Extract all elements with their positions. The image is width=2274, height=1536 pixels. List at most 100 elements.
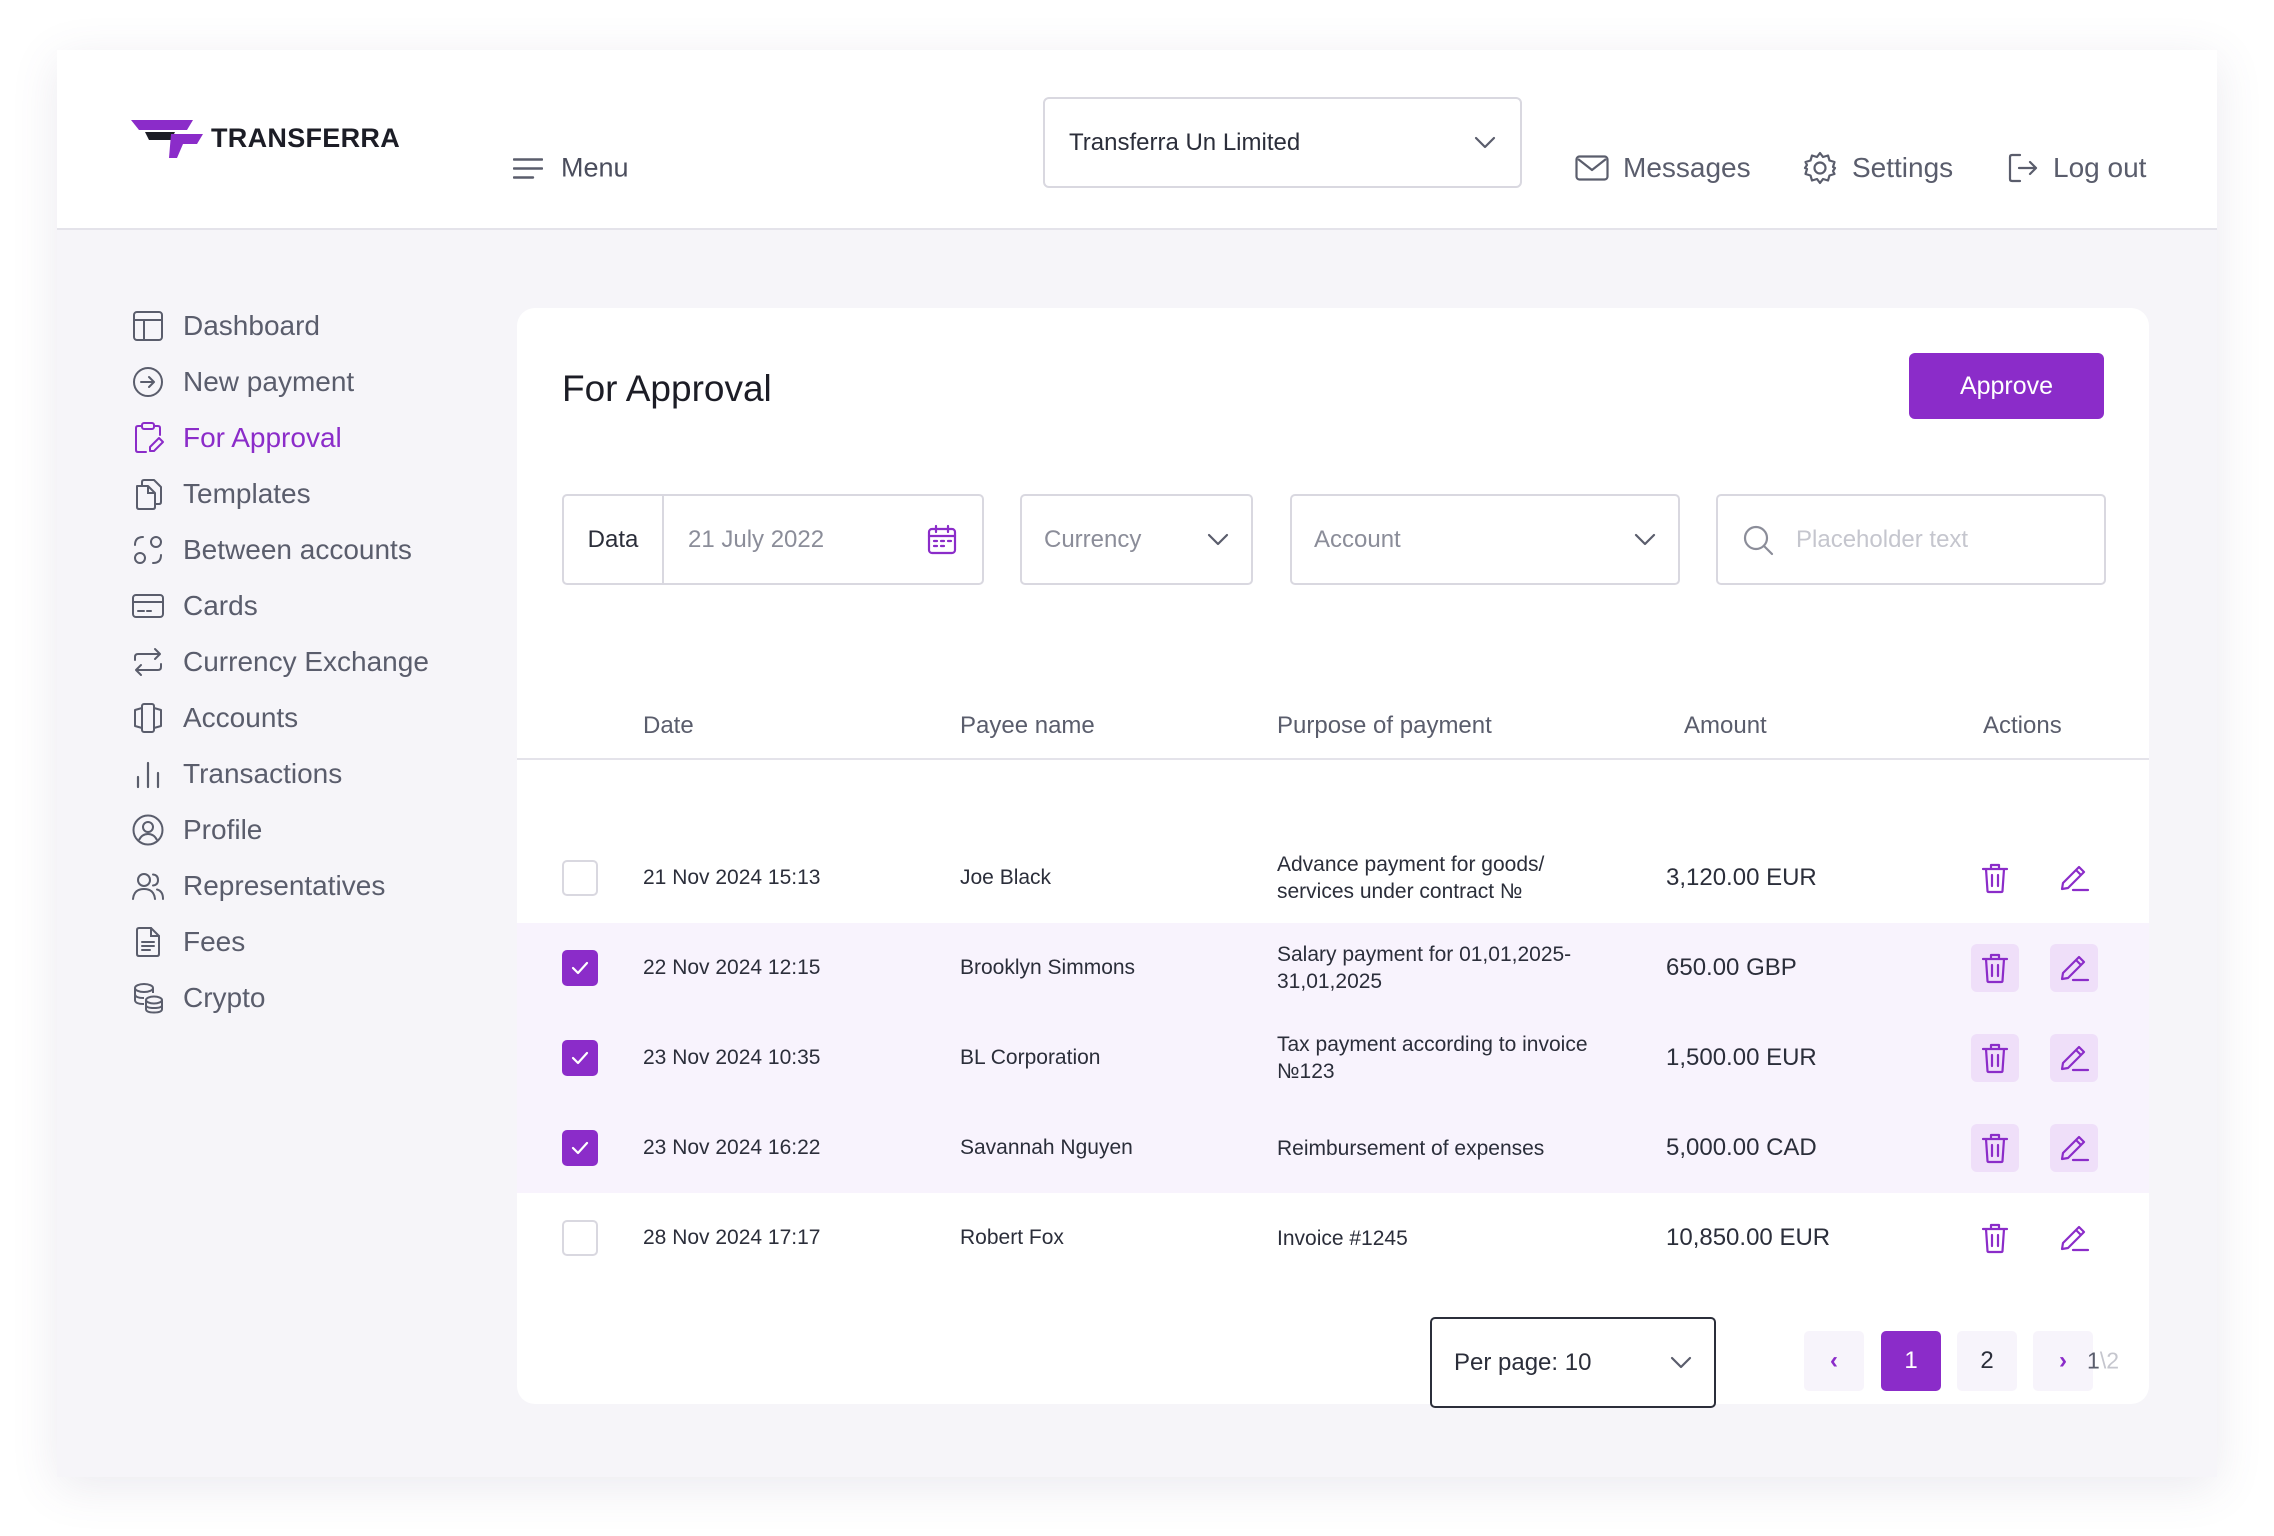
edit-button[interactable] [2050, 1124, 2098, 1172]
delete-button[interactable] [1971, 1034, 2019, 1082]
table-row[interactable]: 22 Nov 2024 12:15 Brooklyn Simmons Salar… [517, 923, 2149, 1013]
sidebar-item-dashboard[interactable]: Dashboard [131, 306, 320, 346]
app-window: TRANSFERRA Menu Transferra Un Limited Me… [57, 50, 2217, 1477]
delete-button[interactable] [1971, 1214, 2019, 1262]
document-icon [136, 927, 160, 957]
row-checkbox[interactable] [562, 1040, 598, 1076]
sidebar-item-currency-exchange[interactable]: Currency Exchange [131, 642, 429, 682]
checkmark-icon [571, 1141, 589, 1155]
row-payee: Savannah Nguyen [960, 1136, 1133, 1159]
sidebar-item-accounts[interactable]: Accounts [131, 698, 298, 738]
row-amount: 1,500.00 EUR [1666, 1044, 1817, 1071]
sidebar-item-profile[interactable]: Profile [131, 810, 262, 850]
row-checkbox[interactable] [562, 1220, 598, 1256]
per-page-select[interactable]: Per page: 10 [1430, 1317, 1716, 1408]
sidebar-item-label: Cards [183, 590, 258, 621]
row-purpose: Advance payment for goods/ services unde… [1277, 853, 1545, 903]
search-icon [1743, 525, 1774, 555]
row-amount: 10,850.00 EUR [1666, 1224, 1831, 1251]
approve-button[interactable]: Approve [1909, 353, 2104, 419]
row-payee: Joe Black [960, 866, 1052, 889]
top-header: TRANSFERRA Menu Transferra Un Limited Me… [57, 50, 2217, 230]
sidebar-item-between-accounts[interactable]: Between accounts [131, 530, 412, 570]
pencil-icon [2060, 1135, 2090, 1162]
sidebar-item-cards[interactable]: Cards [131, 586, 258, 626]
date-filter[interactable]: Data 21 July 2022 [562, 494, 984, 585]
row-checkbox[interactable] [562, 1130, 598, 1166]
approval-card: For Approval Approve Data 21 July 2022 C… [517, 308, 2149, 1408]
row-purpose: Salary payment for 01,01,2025-31,01,2025 [1277, 943, 1572, 993]
sidebar-item-transactions[interactable]: Transactions [131, 754, 342, 794]
bar-chart-icon [136, 761, 160, 789]
edit-button[interactable] [2050, 1034, 2098, 1082]
edit-button[interactable] [2050, 854, 2098, 902]
prev-page-button[interactable]: ‹ [1804, 1331, 1864, 1391]
sidebar-item-label: Currency Exchange [183, 646, 429, 677]
messages-link[interactable]: Messages [1575, 152, 1751, 184]
date-filter-label: Data [564, 496, 664, 583]
trash-icon [1981, 1133, 2009, 1164]
row-payee: BL Corporation [960, 1046, 1101, 1069]
delete-button[interactable] [1971, 944, 2019, 992]
date-filter-value[interactable]: 21 July 2022 [664, 526, 926, 554]
row-checkbox[interactable] [562, 950, 598, 986]
logout-link[interactable]: Log out [2007, 152, 2146, 184]
coins-icon [134, 983, 163, 1014]
row-payee: Robert Fox [960, 1226, 1064, 1249]
logout-label: Log out [2053, 152, 2147, 183]
settings-link[interactable]: Settings [1802, 150, 1953, 186]
mail-icon [1575, 155, 1609, 181]
page-button-2[interactable]: 2 [1957, 1331, 2017, 1391]
row-purpose: Reimbursement of expenses [1277, 1136, 1545, 1160]
trash-icon [1981, 863, 2009, 894]
row-purpose: Tax payment according to invoice №123 [1277, 1033, 1588, 1083]
row-checkbox[interactable] [562, 860, 598, 896]
calendar-icon[interactable] [926, 524, 958, 556]
account-select[interactable]: Account [1290, 494, 1680, 585]
repeat-icon [134, 648, 162, 676]
accounts-icon [134, 703, 162, 733]
pencil-icon [2060, 1225, 2090, 1252]
row-purpose: Invoice #1245 [1277, 1226, 1408, 1250]
currency-select-value: Currency [1044, 525, 1142, 553]
currency-select[interactable]: Currency [1020, 494, 1253, 585]
delete-button[interactable] [1971, 1124, 2019, 1172]
delete-button[interactable] [1971, 854, 2019, 902]
page-title: For Approval [562, 368, 772, 409]
column-header-date: Date [643, 712, 694, 739]
edit-button[interactable] [2050, 944, 2098, 992]
row-payee: Brooklyn Simmons [960, 956, 1136, 979]
table-row[interactable]: 28 Nov 2024 17:17 Robert Fox Invoice #12… [517, 1193, 2149, 1283]
edit-button[interactable] [2050, 1214, 2098, 1262]
sidebar-item-new-payment[interactable]: New payment [131, 362, 354, 402]
page-button-1[interactable]: 1 [1881, 1331, 1941, 1391]
sidebar-item-templates[interactable]: Templates [131, 474, 311, 514]
settings-label: Settings [1852, 152, 1954, 183]
table-row[interactable]: 23 Nov 2024 16:22 Savannah Nguyen Reimbu… [517, 1103, 2149, 1193]
search-input[interactable] [1796, 525, 2076, 554]
messages-label: Messages [1623, 152, 1751, 183]
row-date: 23 Nov 2024 16:22 [643, 1136, 821, 1159]
row-date: 28 Nov 2024 17:17 [643, 1226, 821, 1249]
pencil-icon [2060, 1045, 2090, 1072]
trash-icon [1981, 953, 2009, 984]
sidebar-item-for-approval[interactable]: For Approval [131, 418, 342, 458]
next-page-button[interactable]: › [2033, 1331, 2093, 1391]
chevron-down-icon [1474, 136, 1496, 148]
users-icon [132, 873, 164, 900]
pencil-icon [2060, 865, 2090, 892]
sidebar-item-representatives[interactable]: Representatives [131, 866, 385, 906]
search-box[interactable] [1716, 494, 2106, 585]
sidebar-item-fees[interactable]: Fees [131, 922, 245, 962]
sidebar-item-label: Fees [183, 926, 246, 957]
menu-button[interactable]: Menu [513, 153, 629, 184]
page-counter-current: 1 [2087, 1347, 2100, 1374]
sidebar-item-label: Accounts [183, 702, 299, 733]
table-row[interactable]: 21 Nov 2024 15:13 Joe Black Advance paym… [517, 833, 2149, 923]
company-select[interactable]: Transferra Un Limited [1043, 97, 1522, 188]
sidebar-item-crypto[interactable]: Crypto [131, 978, 265, 1018]
logout-icon [2008, 153, 2038, 183]
brand-logo[interactable]: TRANSFERRA [131, 116, 400, 160]
sidebar-item-label: Profile [183, 814, 263, 845]
table-row[interactable]: 23 Nov 2024 10:35 BL Corporation Tax pay… [517, 1013, 2149, 1103]
